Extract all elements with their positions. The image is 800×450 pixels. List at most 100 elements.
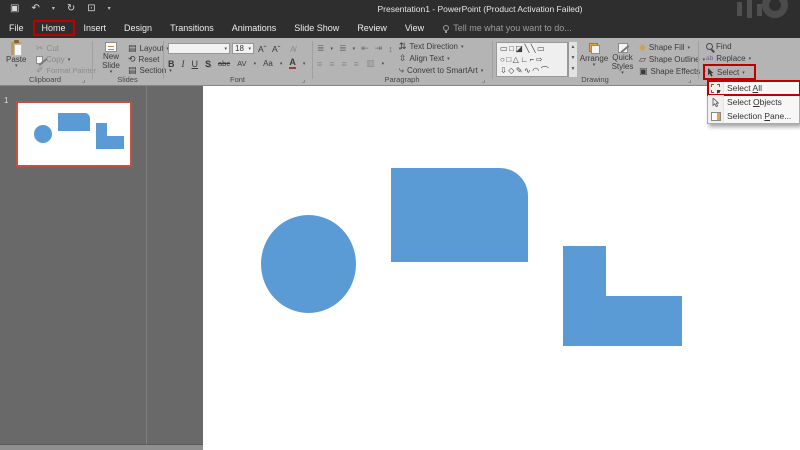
tab-slide-show[interactable]: Slide Show [285, 20, 348, 36]
copy-button[interactable]: Copy ▾ [36, 55, 70, 64]
clear-formatting-button[interactable]: A̸ [290, 44, 296, 54]
text-shadow-button[interactable]: S [205, 59, 211, 69]
font-color-button[interactable]: A [289, 58, 296, 69]
align-center-button[interactable]: ≡ [329, 59, 334, 69]
paste-dropdown-icon: ▾ [14, 63, 18, 70]
reset-button[interactable]: ⟲ Reset [128, 54, 159, 65]
selection-pane-icon [708, 109, 724, 123]
shape-outline-dropdown-icon: ▾ [702, 56, 706, 63]
ellipse-shape[interactable] [261, 215, 356, 313]
menu-item-selection-pane[interactable]: Selection Pane... [708, 109, 799, 123]
shape-effects-dropdown-icon: ▾ [703, 68, 706, 75]
change-case-button[interactable]: Aa [263, 59, 273, 68]
shape-fill-button[interactable]: ◆ Shape Fill ▾ [639, 43, 691, 53]
shape-fill-dropdown-icon: ▾ [687, 44, 691, 51]
replace-label: Replace [716, 54, 746, 63]
text-direction-button[interactable]: ⇅ Text Direction ▾ [399, 42, 464, 52]
quick-styles-button[interactable]: Quick Styles ▾ [609, 43, 636, 77]
bold-button[interactable]: B [168, 59, 175, 69]
paragraph-dialog-launcher-icon[interactable]: ⌟ [482, 76, 485, 84]
reset-icon: ⟲ [128, 54, 136, 64]
slide-thumbnail-1[interactable] [16, 101, 132, 167]
slide-canvas[interactable] [203, 86, 800, 450]
undo-icon[interactable]: ↶ [31, 0, 39, 18]
tab-insert[interactable]: Insert [75, 20, 116, 36]
menu-item-select-all[interactable]: Select All [707, 80, 800, 96]
gallery-more-icon[interactable]: ▼ [569, 64, 577, 75]
drawing-dialog-launcher-icon[interactable]: ⌟ [688, 76, 691, 84]
new-slide-icon [105, 42, 117, 52]
format-painter-button[interactable]: ✐ Format Painter [36, 66, 96, 76]
underline-button[interactable]: U [192, 59, 199, 69]
tab-review[interactable]: Review [348, 20, 396, 36]
shapes-gallery-scrollbar[interactable]: ▲ ▼ ▼ [568, 42, 577, 77]
convert-to-smartart-button[interactable]: ⤷ Convert to SmartArt ▾ [399, 66, 484, 76]
font-size-combo[interactable]: 18 ▾ [232, 43, 254, 54]
character-spacing-button[interactable]: AV [237, 59, 246, 68]
clipboard-dialog-launcher-icon[interactable]: ⌟ [82, 76, 85, 84]
group-separator [312, 41, 313, 79]
new-slide-button[interactable]: New Slide ▾ [97, 42, 125, 76]
gallery-scroll-up-icon[interactable]: ▲ [569, 42, 577, 53]
shapes-gallery-row: ▭□◪╲╲▭ [500, 44, 547, 53]
tab-design[interactable]: Design [115, 20, 161, 36]
tab-home[interactable]: Home [32, 20, 75, 36]
find-label: Find [716, 42, 732, 51]
columns-button[interactable]: ▥ [366, 58, 375, 69]
font-color-dropdown-icon: ▾ [302, 60, 306, 67]
font-name-combo[interactable]: ▾ [168, 43, 230, 54]
numbering-button[interactable]: ≣ [339, 43, 347, 54]
customize-qat-icon[interactable]: ▾ [108, 0, 111, 18]
select-button[interactable]: Select ▾ [707, 68, 745, 77]
copy-label: Copy [46, 55, 65, 64]
shape-outline-button[interactable]: ▱ Shape Outline ▾ [639, 55, 706, 65]
line-spacing-button[interactable]: ↕ [388, 44, 393, 54]
increase-indent-button[interactable]: ⇥ [375, 43, 383, 54]
lightbulb-icon [443, 25, 450, 33]
find-icon [706, 43, 713, 50]
replace-dropdown-icon: ▾ [748, 55, 752, 62]
section-button[interactable]: ▤ Section ▾ [128, 66, 172, 76]
bullets-button[interactable]: ≣ [317, 43, 325, 54]
gallery-scroll-down-icon[interactable]: ▼ [569, 53, 577, 64]
undo-dropdown-icon[interactable]: ▾ [52, 0, 55, 18]
shrink-font-button[interactable]: Aˇ [272, 44, 281, 54]
smartart-dropdown-icon: ▾ [480, 67, 484, 74]
redo-icon[interactable]: ↻ [67, 0, 75, 18]
arrange-button[interactable]: Arrange ▾ [580, 43, 608, 69]
replace-icon: ab [706, 55, 714, 62]
cut-label: Cut [46, 44, 59, 53]
menu-item-select-objects[interactable]: Select Objects [708, 95, 799, 109]
paste-button[interactable]: Paste ▾ [6, 40, 26, 70]
shapes-gallery-row: ○□△∟⌐⇨ [500, 55, 545, 64]
justify-button[interactable]: ≡ [354, 59, 359, 69]
font-dialog-launcher-icon[interactable]: ⌟ [302, 76, 305, 84]
tab-transitions[interactable]: Transitions [161, 20, 223, 36]
group-separator [698, 41, 699, 79]
select-objects-icon [708, 95, 724, 109]
grow-font-button[interactable]: Aˆ [258, 44, 267, 54]
align-text-button[interactable]: ⇳ Align Text ▾ [399, 54, 450, 64]
tell-me-box[interactable]: Tell me what you want to do... [443, 23, 572, 33]
decrease-indent-button[interactable]: ⇤ [361, 43, 369, 54]
save-icon[interactable]: ▣ [10, 0, 19, 18]
drawing-group-label: Drawing [581, 75, 609, 84]
find-button[interactable]: Find [706, 42, 732, 51]
replace-button[interactable]: ab Replace ▾ [706, 54, 751, 63]
tab-view[interactable]: View [396, 20, 433, 36]
l-shape[interactable] [563, 296, 682, 346]
cut-button[interactable]: ✂ Cut [36, 44, 59, 54]
group-separator [92, 41, 93, 79]
strikethrough-button[interactable]: abc [218, 59, 230, 68]
round-corner-rectangle-shape[interactable] [391, 168, 528, 262]
align-right-button[interactable]: ≡ [342, 59, 347, 69]
tab-animations[interactable]: Animations [223, 20, 286, 36]
start-slideshow-icon[interactable]: ⊡ [87, 0, 95, 18]
select-objects-label: Select Objects [727, 97, 782, 107]
text-direction-dropdown-icon: ▾ [461, 43, 464, 50]
shapes-gallery[interactable]: ▭□◪╲╲▭ ○□△∟⌐⇨ ⇩◇✎∿◠⌒ [496, 42, 568, 77]
tab-file[interactable]: File [0, 20, 33, 36]
italic-button[interactable]: I [182, 59, 185, 69]
align-left-button[interactable]: ≡ [317, 59, 322, 69]
powerpoint-window: ▣ ↶ ▾ ↻ ⊡ ▾ Presentation1 - PowerPoint (… [0, 0, 800, 450]
